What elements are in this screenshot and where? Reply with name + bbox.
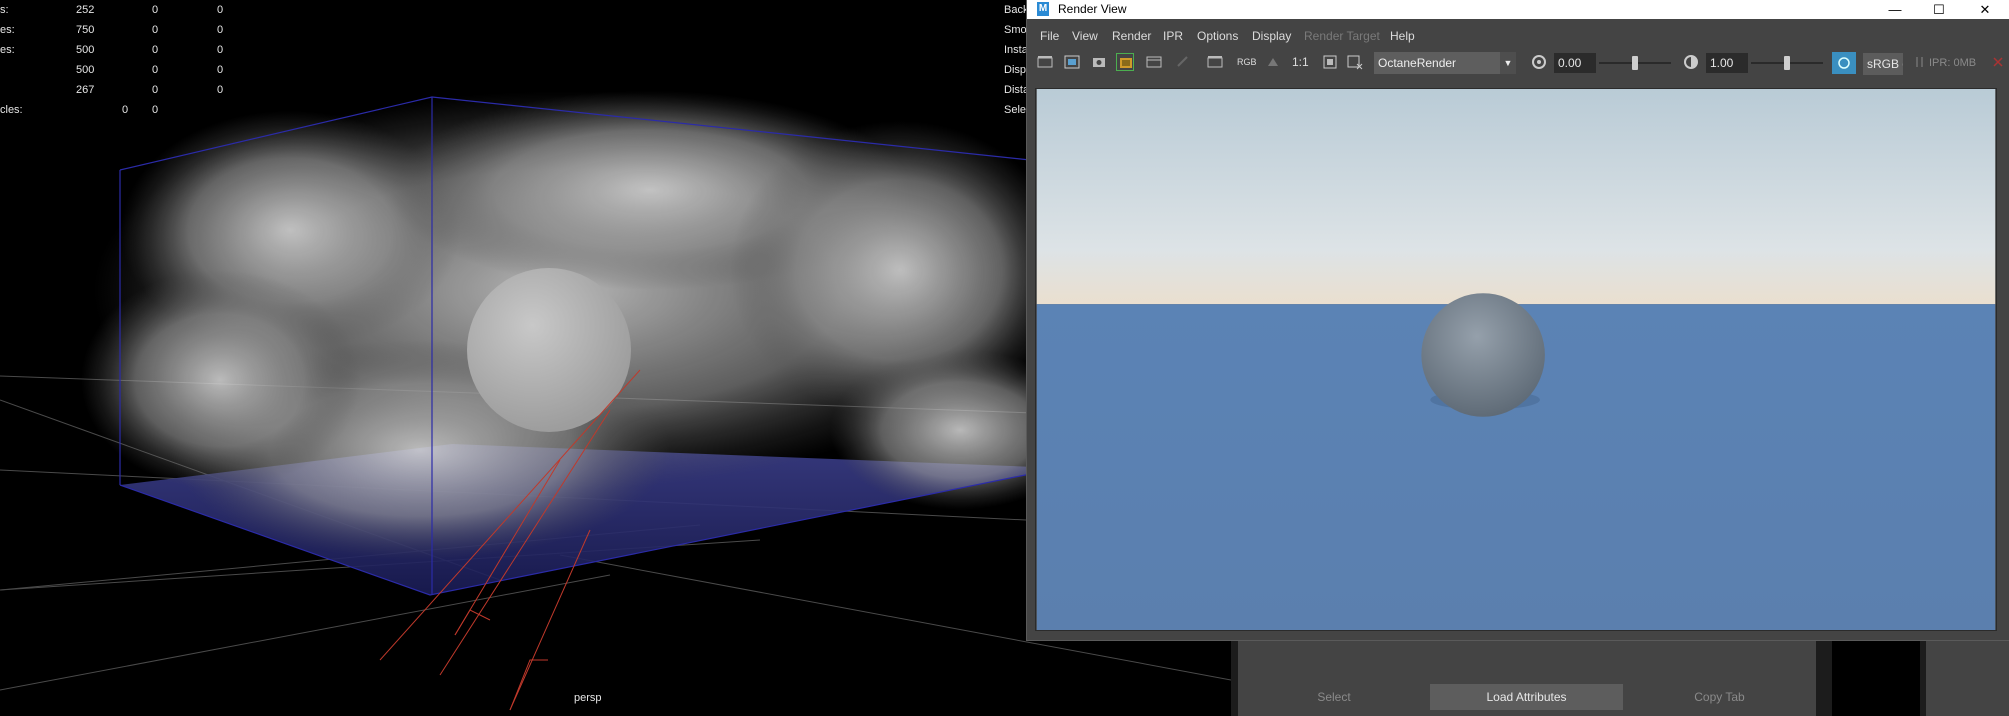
ipr-memory-label: IPR: 0MB bbox=[1929, 57, 1977, 69]
render-image[interactable] bbox=[1035, 88, 1997, 631]
load-attributes-button[interactable]: Load Attributes bbox=[1430, 684, 1623, 710]
hud-stat-value: 0 bbox=[217, 64, 224, 76]
menu-options[interactable]: Options bbox=[1197, 29, 1238, 43]
hud-particles-v2: 0 bbox=[152, 104, 159, 116]
close-button[interactable]: ✕ bbox=[1963, 0, 2007, 19]
hud-stat-value: 252 bbox=[76, 4, 95, 16]
render-sphere bbox=[1421, 293, 1545, 417]
window-title: Render View bbox=[1058, 2, 1127, 16]
maximize-button[interactable]: ☐ bbox=[1917, 0, 1961, 19]
render-view-titlebar[interactable]: M Render View — ☐ ✕ bbox=[1027, 0, 2009, 19]
hud-stats: s: 252 0 0 es: 750 0 0 es: 500 0 0 500 0 0 267 0 0 cles: 0 0 bbox=[0, 0, 240, 120]
hud-particles-label: cles: bbox=[0, 104, 23, 116]
render-view-menubar: File View Render IPR Options Display Ren… bbox=[1027, 24, 2009, 48]
attribute-editor-spacer bbox=[1832, 636, 1920, 716]
hud-stat-value: 0 bbox=[217, 24, 224, 36]
hud-stat-label: es: bbox=[0, 44, 15, 56]
render-view-toolbar-right: sRGB g IPR: 0MB bbox=[1027, 49, 2009, 77]
hud-stat-value: 0 bbox=[152, 84, 159, 96]
hud-stat-label: s: bbox=[0, 4, 9, 16]
hud-stat-value: 0 bbox=[152, 44, 159, 56]
render-sky bbox=[1036, 89, 1996, 305]
hud-stat-value: 0 bbox=[152, 4, 159, 16]
render-canvas-frame bbox=[1035, 88, 1997, 631]
menu-ipr[interactable]: IPR bbox=[1163, 29, 1183, 43]
pause-ipr-icon[interactable] bbox=[1911, 53, 1929, 71]
hud-stat-label: es: bbox=[0, 24, 15, 36]
hud-stat-value: 267 bbox=[76, 84, 95, 96]
minimize-button[interactable]: — bbox=[1873, 0, 1917, 19]
hud-stat-value: 0 bbox=[152, 24, 159, 36]
menu-file[interactable]: File bbox=[1040, 29, 1059, 43]
hud-stat-value: 0 bbox=[217, 44, 224, 56]
menu-view[interactable]: View bbox=[1072, 29, 1098, 43]
camera-label: persp bbox=[574, 692, 602, 704]
maya-logo-icon: M bbox=[1037, 2, 1049, 16]
close-ipr-icon[interactable] bbox=[1989, 53, 2007, 71]
hud-stat-value: 0 bbox=[217, 84, 224, 96]
hud-stat-value: 500 bbox=[76, 64, 95, 76]
menu-display[interactable]: Display bbox=[1252, 29, 1291, 43]
select-button[interactable]: Select bbox=[1238, 684, 1430, 710]
attribute-editor-side bbox=[1926, 636, 2009, 716]
hud-stat-value: 500 bbox=[76, 44, 95, 56]
menu-render-target[interactable]: Render Target bbox=[1304, 29, 1380, 43]
hud-stat-value: 0 bbox=[217, 4, 224, 16]
menu-render[interactable]: Render bbox=[1112, 29, 1151, 43]
menu-help[interactable]: Help bbox=[1390, 29, 1415, 43]
hud-stat-value: 0 bbox=[152, 64, 159, 76]
hud-stat-value: 750 bbox=[76, 24, 95, 36]
colorspace-dropdown[interactable]: sRGB g bbox=[1863, 53, 1903, 75]
hud-particles-v1: 0 bbox=[122, 104, 129, 116]
copy-tab-button[interactable]: Copy Tab bbox=[1623, 684, 1816, 710]
